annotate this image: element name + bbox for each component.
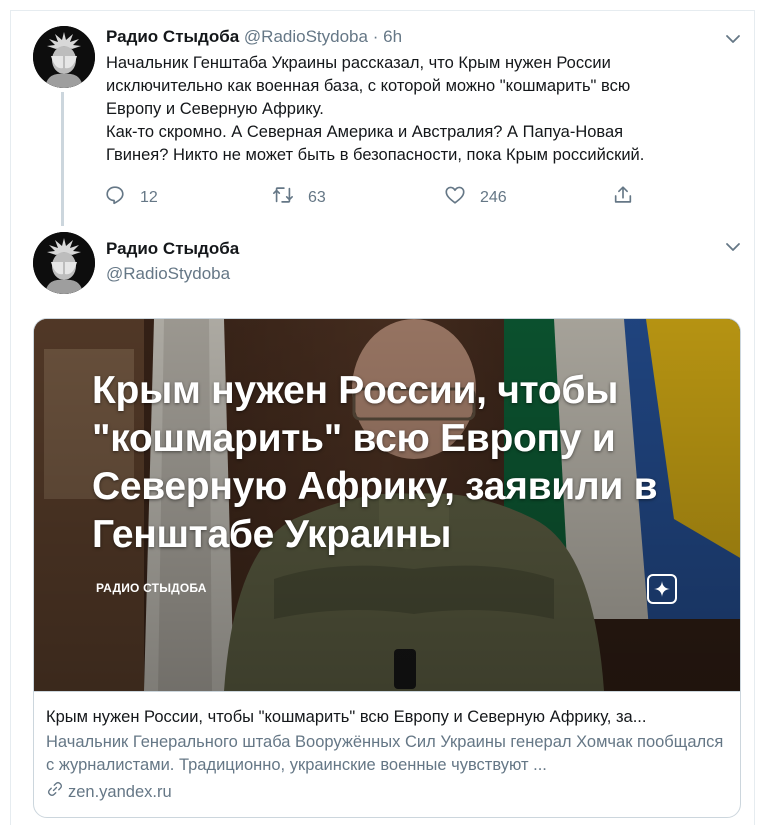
tweet-text-line: Начальник Генштаба Украины рассказал, чт… <box>106 54 611 72</box>
card-description: Начальник Генерального штаба Вооружённых… <box>46 733 724 774</box>
share-icon <box>612 184 634 211</box>
reply-icon <box>104 184 126 211</box>
avatar-image <box>33 232 95 294</box>
separator-dot: · <box>372 27 379 46</box>
card-domain[interactable]: zen.yandex.ru <box>46 780 730 804</box>
tweet-text: Начальник Генштаба Украины рассказал, чт… <box>106 52 726 167</box>
card-image[interactable]: Крым нужен России, чтобы "кошмарить" всю… <box>34 319 740 691</box>
tweet-actions: 12 63 246 <box>104 184 644 208</box>
avatar[interactable] <box>33 26 95 88</box>
like-button[interactable]: 246 <box>444 184 507 211</box>
display-name[interactable]: Радио Стыдоба <box>106 27 239 46</box>
share-button[interactable] <box>612 184 634 211</box>
retweet-icon <box>272 184 294 211</box>
zen-logo-icon <box>647 574 677 604</box>
link-icon <box>46 780 64 804</box>
display-name[interactable]: Радио Стыдоба <box>106 239 239 259</box>
caret-down-icon[interactable] <box>724 30 742 48</box>
card-title: Крым нужен России, чтобы "кошмарить" всю… <box>46 708 647 726</box>
retweet-button[interactable]: 63 <box>272 184 326 211</box>
tweet-text-line: исключительно как военная база, с которо… <box>106 77 631 95</box>
username[interactable]: @RadioStydoba <box>106 264 230 284</box>
tweet-text-line: Гвинея? Никто не может быть в безопаснос… <box>106 146 645 164</box>
username[interactable]: @RadioStydoba <box>244 27 368 46</box>
link-preview-card[interactable]: Крым нужен России, чтобы "кошмарить" всю… <box>33 318 741 818</box>
avatar[interactable] <box>33 232 95 294</box>
reply-count: 12 <box>140 188 158 206</box>
timestamp[interactable]: 6h <box>383 27 402 46</box>
card-image-headline: Крым нужен России, чтобы "кошмарить" всю… <box>92 369 658 556</box>
like-icon <box>444 184 466 211</box>
avatar-image <box>33 26 95 88</box>
tweet-header: Радио Стыдоба @RadioStydoba · 6h <box>106 27 402 47</box>
card-image-source-label: РАДИО СТЫДОБА <box>96 581 207 595</box>
tweet-text-line: Европу и Северную Африку. <box>106 100 324 118</box>
caret-down-icon[interactable] <box>724 238 742 256</box>
like-count: 246 <box>480 188 507 206</box>
card-domain-text: zen.yandex.ru <box>68 783 172 801</box>
thread-connector <box>61 92 64 226</box>
reply-button[interactable]: 12 <box>104 184 158 211</box>
card-body[interactable]: Крым нужен России, чтобы "кошмарить" всю… <box>34 691 740 817</box>
retweet-count: 63 <box>308 188 326 206</box>
tweet-text-line: Как-то скромно. А Северная Америка и Авс… <box>106 123 624 141</box>
